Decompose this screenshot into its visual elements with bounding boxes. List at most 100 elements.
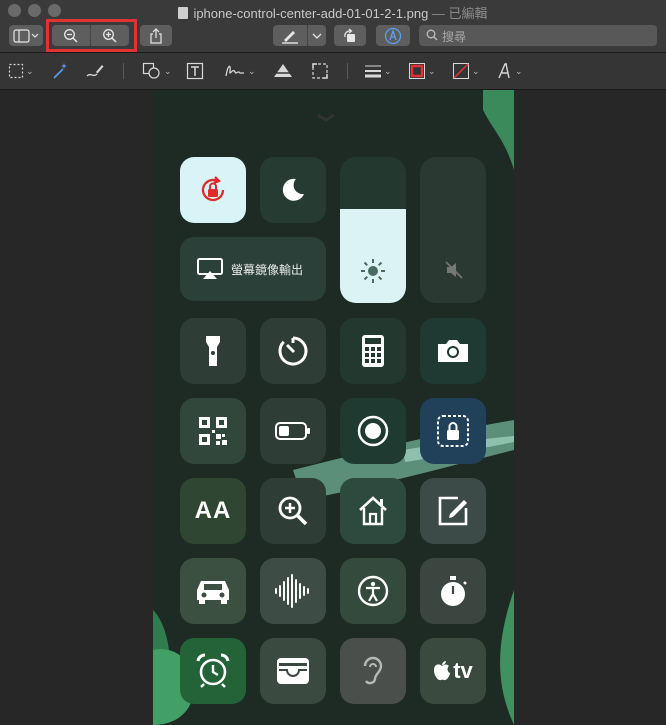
guided-access-icon xyxy=(437,415,469,447)
brightness-fill xyxy=(340,209,406,303)
magnifier-icon xyxy=(278,496,308,526)
timer-icon xyxy=(278,336,308,366)
adjust-color-button[interactable] xyxy=(272,61,294,81)
screenshot-image: 螢幕鏡像輸出 AA tv xyxy=(153,90,514,725)
sign-button[interactable]: ⌄ xyxy=(224,61,256,81)
search-field[interactable]: 搜尋 xyxy=(419,25,657,46)
screen-mirroring-icon xyxy=(197,258,223,279)
low-power-mode-button[interactable] xyxy=(260,398,326,464)
stopwatch-button[interactable] xyxy=(420,558,486,624)
rotate-icon xyxy=(344,27,355,42)
text-style-button[interactable]: ⌄ xyxy=(497,61,523,81)
adjust-size-button[interactable] xyxy=(311,61,329,81)
alarm-icon xyxy=(196,653,230,688)
screen-recording-button[interactable] xyxy=(340,398,406,464)
guided-access-button[interactable] xyxy=(420,398,486,464)
car-icon xyxy=(197,581,229,604)
border-color-button[interactable]: ⌄ xyxy=(408,61,436,81)
zoom-buttons-highlight xyxy=(46,19,137,52)
camera-icon xyxy=(438,340,468,362)
screen-mirroring-label: 螢幕鏡像輸出 xyxy=(231,262,304,277)
pen-menu-button[interactable] xyxy=(308,25,326,46)
text-size-icon: AA xyxy=(194,497,232,524)
brightness-slider[interactable] xyxy=(340,157,406,303)
text-style-icon xyxy=(498,63,510,79)
notes-button[interactable] xyxy=(420,478,486,544)
moon-icon xyxy=(282,178,304,201)
apple-logo-icon xyxy=(434,661,451,681)
car-button[interactable] xyxy=(180,558,246,624)
accessibility-shortcut-button[interactable] xyxy=(340,558,406,624)
screen-mirroring-button[interactable]: 螢幕鏡像輸出 xyxy=(180,237,326,301)
sketch-tool-button[interactable] xyxy=(85,61,105,81)
edited-status: — 已編輯 xyxy=(428,6,488,21)
screen-recording-icon xyxy=(357,415,389,447)
magic-wand-icon xyxy=(53,63,67,79)
shapes-icon xyxy=(142,62,160,79)
low-power-mode-icon xyxy=(275,422,310,440)
chevron-down-icon: ⌄ xyxy=(384,65,392,76)
text-tool-button[interactable] xyxy=(186,61,204,81)
document-icon xyxy=(178,7,189,19)
rotation-lock-icon xyxy=(201,176,225,202)
chevron-down-icon: ⌄ xyxy=(472,65,480,76)
markup-pen-button[interactable] xyxy=(273,25,307,46)
rotation-lock-toggle[interactable] xyxy=(180,157,246,223)
qr-code-icon xyxy=(199,417,227,445)
flashlight-button[interactable] xyxy=(180,318,246,384)
markup-icon xyxy=(384,27,402,44)
instant-alpha-button[interactable] xyxy=(51,61,69,81)
apple-tv-label: tv xyxy=(453,658,473,683)
volume-slider[interactable] xyxy=(420,157,486,303)
wallet-button[interactable] xyxy=(260,638,326,704)
selection-tool-button[interactable]: ⌄ xyxy=(8,61,34,81)
search-icon xyxy=(426,29,438,41)
chevron-down-icon: ⌄ xyxy=(248,65,256,76)
text-size-button[interactable]: AA xyxy=(180,478,246,544)
fill-color-icon xyxy=(453,63,469,79)
search-placeholder: 搜尋 xyxy=(442,30,467,44)
text-box-icon xyxy=(186,62,204,80)
timer-button[interactable] xyxy=(260,318,326,384)
line-style-button[interactable]: ⌄ xyxy=(364,61,392,81)
fill-color-button[interactable]: ⌄ xyxy=(452,61,480,81)
sound-recognition-icon xyxy=(275,574,309,608)
stopwatch-icon xyxy=(441,576,467,606)
magnifier-button[interactable] xyxy=(260,478,326,544)
brightness-icon xyxy=(361,259,385,283)
qr-code-scanner-button[interactable] xyxy=(180,398,246,464)
accessibility-icon xyxy=(357,575,389,607)
signature-icon xyxy=(225,65,244,77)
home-button[interactable] xyxy=(340,478,406,544)
chevron-down-icon: ⌄ xyxy=(26,65,34,76)
sidebar-icon xyxy=(13,28,39,43)
mute-icon xyxy=(445,261,463,279)
chevron-down-icon: ⌄ xyxy=(428,65,436,76)
file-name: iphone-control-center-add-01-01-2-1.png xyxy=(193,6,429,21)
camera-button[interactable] xyxy=(420,318,486,384)
markup-toolbar-button[interactable] xyxy=(376,25,410,46)
adjust-color-icon xyxy=(273,64,293,77)
line-style-icon xyxy=(365,65,381,78)
rotate-button[interactable] xyxy=(334,25,366,46)
share-button[interactable] xyxy=(140,25,172,46)
sketch-icon xyxy=(86,65,104,77)
sound-recognition-button[interactable] xyxy=(260,558,326,624)
hearing-button[interactable] xyxy=(340,638,406,704)
apple-tv-remote-button[interactable]: tv xyxy=(420,638,486,704)
alarm-button[interactable] xyxy=(180,638,246,704)
flashlight-icon xyxy=(206,336,220,366)
chevron-down-icon: ⌄ xyxy=(164,65,172,76)
toolbar-divider xyxy=(347,63,348,79)
notes-icon xyxy=(438,496,468,526)
wallet-icon xyxy=(277,658,309,684)
shapes-button[interactable]: ⌄ xyxy=(142,61,172,81)
home-icon xyxy=(359,496,387,526)
border-color-icon xyxy=(409,63,425,79)
adjust-size-icon xyxy=(312,63,328,79)
calculator-icon xyxy=(362,335,384,367)
sidebar-toggle-button[interactable] xyxy=(9,25,43,46)
pen-icon xyxy=(282,30,298,44)
do-not-disturb-toggle[interactable] xyxy=(260,157,326,223)
calculator-button[interactable] xyxy=(340,318,406,384)
